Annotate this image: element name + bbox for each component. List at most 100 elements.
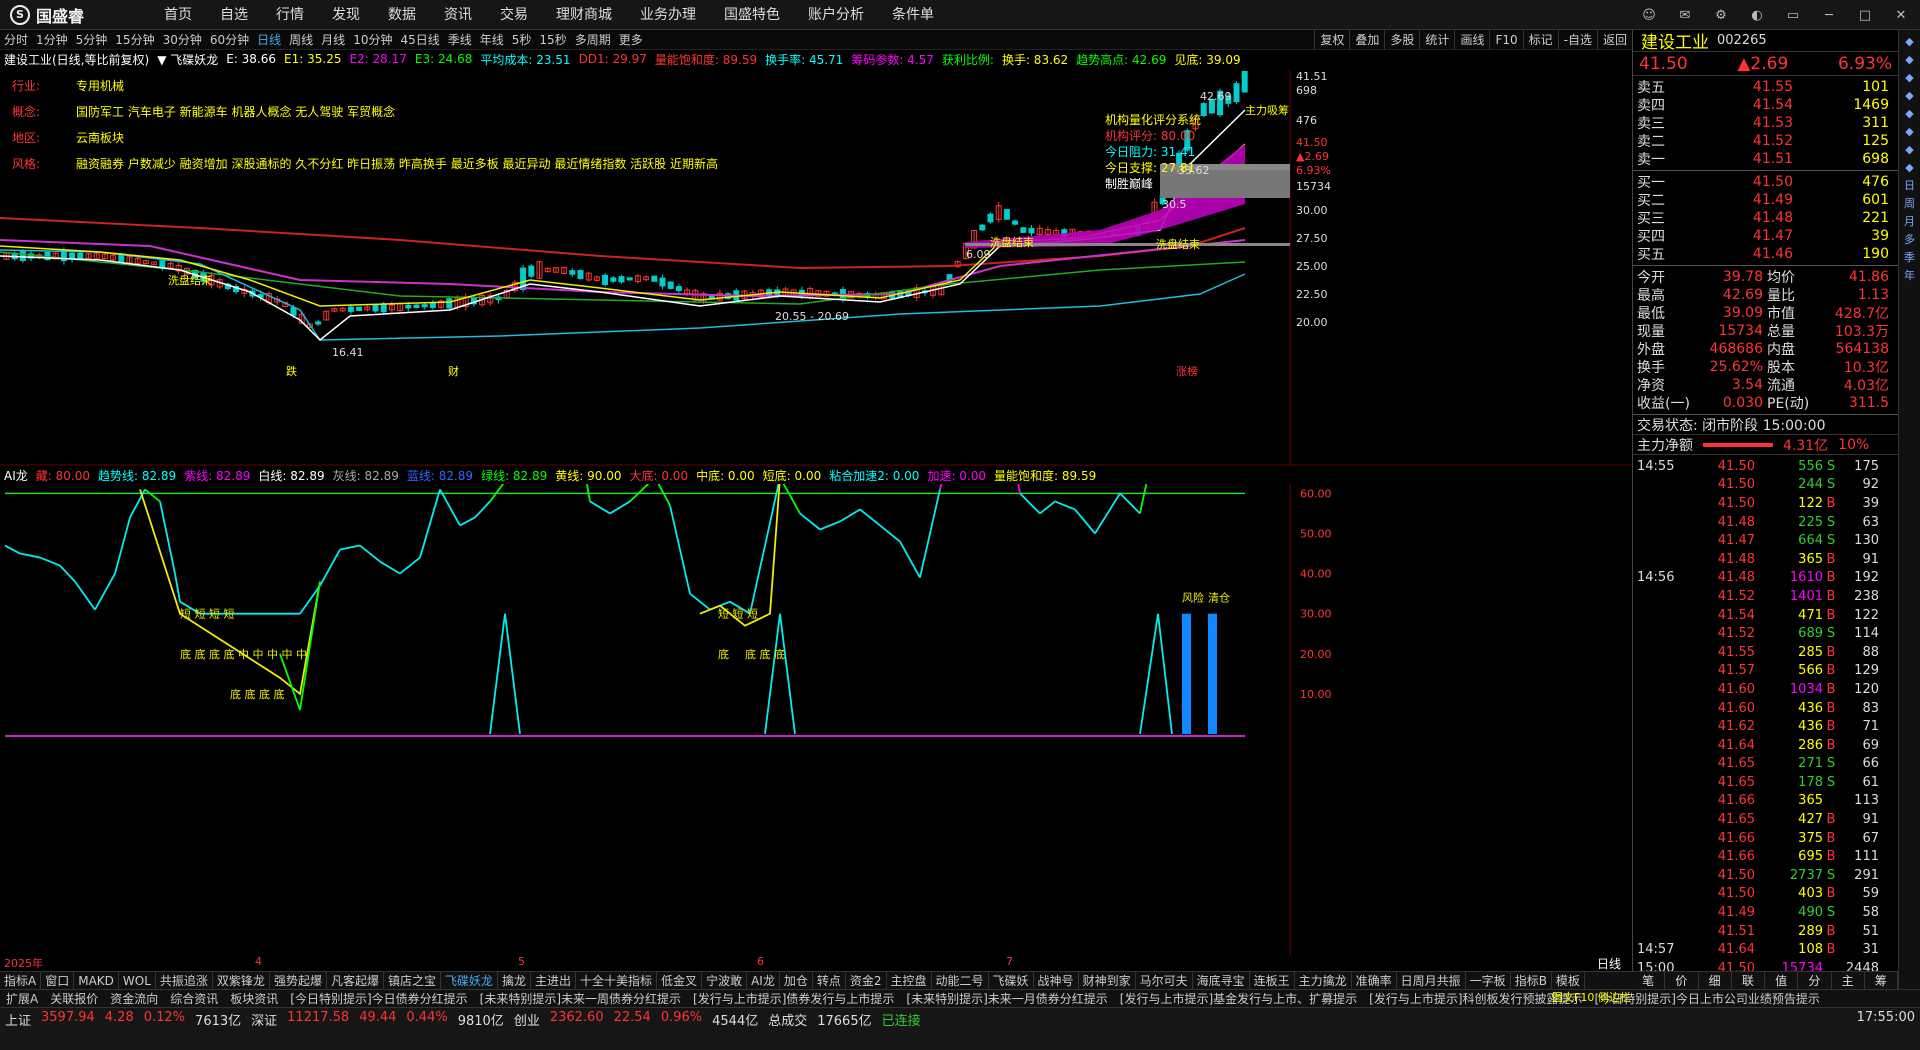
- menu-item[interactable]: 行情: [262, 0, 318, 30]
- menu-item[interactable]: 理财商城: [542, 0, 626, 30]
- chart-tool-button[interactable]: 画线: [1454, 30, 1489, 50]
- indicator-tab[interactable]: 十全十美指标: [576, 972, 658, 989]
- period-item[interactable]: 60分钟: [206, 31, 253, 48]
- settings-icon[interactable]: ⚙: [1710, 4, 1732, 26]
- indicator-tab[interactable]: 主进出: [531, 972, 577, 989]
- indicator-tab[interactable]: 加仓: [780, 972, 813, 989]
- minimize-icon[interactable]: ─: [1818, 4, 1840, 26]
- period-item[interactable]: 月线: [317, 31, 349, 48]
- period-item[interactable]: 45日线: [396, 31, 443, 48]
- tick-list[interactable]: 14:55 41.50 556 S 175 41.50 244 S 92 41.50 122 B 39 4…: [1633, 455, 1898, 980]
- chart-tool-button[interactable]: -自选: [1557, 30, 1597, 50]
- indicator-tab[interactable]: 准确率: [1352, 972, 1397, 989]
- chart-tool-button[interactable]: 多股: [1384, 30, 1419, 50]
- menu-item[interactable]: 条件单: [878, 0, 948, 30]
- side-period[interactable]: 周: [1904, 196, 1915, 212]
- side-period[interactable]: 日: [1904, 178, 1915, 194]
- star-icon[interactable]: ◆: [1905, 88, 1913, 104]
- chart-tool-button[interactable]: 叠加: [1349, 30, 1384, 50]
- indicator-tab[interactable]: 擒龙: [498, 972, 532, 989]
- indicator-tab[interactable]: 低金叉: [657, 972, 703, 989]
- bell-icon[interactable]: ◆: [1905, 106, 1913, 122]
- menu-item[interactable]: 交易: [486, 0, 542, 30]
- menu-item[interactable]: 自选: [206, 0, 262, 30]
- order-row[interactable]: 卖一 41.51 698: [1633, 150, 1898, 168]
- order-row[interactable]: 买五 41.46 190: [1633, 245, 1898, 263]
- indicator-tab[interactable]: 指标B: [1511, 972, 1552, 989]
- menu-item[interactable]: 账户分析: [794, 0, 878, 30]
- indicator-tab[interactable]: 战神号: [1034, 972, 1079, 989]
- quote-tab[interactable]: 主: [1832, 972, 1865, 989]
- indicator-tab[interactable]: 海底寻宝: [1193, 972, 1250, 989]
- indicator-tab[interactable]: 双紫锋龙: [213, 972, 270, 989]
- indicator-tab[interactable]: 模板: [1552, 972, 1585, 989]
- list-icon[interactable]: ◆: [1905, 124, 1913, 140]
- message-icon[interactable]: ✉: [1674, 4, 1696, 26]
- chart-tool-button[interactable]: 复权: [1314, 30, 1349, 50]
- period-item[interactable]: 10分钟: [349, 31, 396, 48]
- period-item[interactable]: 1分钟: [32, 31, 72, 48]
- period-item[interactable]: 分时: [0, 31, 32, 48]
- side-period[interactable]: 多: [1904, 232, 1915, 248]
- quote-tab[interactable]: 价: [1665, 972, 1699, 989]
- order-row[interactable]: 买一 41.50 476: [1633, 173, 1898, 191]
- chart-tool-button[interactable]: 统计: [1419, 30, 1454, 50]
- indicator-tab[interactable]: AI龙: [747, 972, 780, 989]
- period-item[interactable]: 5秒: [508, 31, 536, 48]
- order-row[interactable]: 卖四 41.54 1469: [1633, 96, 1898, 114]
- order-row[interactable]: 买四 41.47 39: [1633, 227, 1898, 245]
- f10-sidebar-link[interactable]: 图文F10 侧边栏: [1552, 989, 1632, 1007]
- indicator-tab[interactable]: 镇店之宝: [384, 972, 441, 989]
- indicator-tab[interactable]: 窗口: [41, 972, 75, 989]
- indicator-tab[interactable]: 飞碟妖: [989, 972, 1034, 989]
- menu-item[interactable]: 首页: [150, 0, 206, 30]
- indicator-tab[interactable]: 共振追涨: [156, 972, 213, 989]
- menu-item[interactable]: 业务办理: [626, 0, 710, 30]
- indicator-tab[interactable]: MAKD: [74, 972, 119, 989]
- restore-icon[interactable]: ▭: [1782, 4, 1804, 26]
- quote-tab[interactable]: 分: [1798, 972, 1832, 989]
- period-item[interactable]: 15分钟: [111, 31, 158, 48]
- order-row[interactable]: 买三 41.48 221: [1633, 209, 1898, 227]
- period-item[interactable]: 日线: [253, 31, 285, 48]
- indicator-tab[interactable]: 日周月共振: [1397, 972, 1466, 989]
- quote-tab[interactable]: 筹: [1865, 972, 1898, 989]
- indicator-tab[interactable]: 飞碟妖龙: [441, 972, 498, 989]
- period-item[interactable]: 多周期: [571, 31, 615, 48]
- news-item[interactable]: [今日特别提示]今日债券分红提示: [284, 990, 473, 1007]
- indicator-tab[interactable]: 强势起爆: [270, 972, 327, 989]
- ai-dragon-chart[interactable]: 90.0080.0070.0060.0050.0040.0030.0020.00…: [0, 484, 1632, 955]
- indicator-tab[interactable]: 连板王: [1250, 972, 1295, 989]
- sh-index-label[interactable]: 上证: [0, 1010, 36, 1029]
- grid-icon[interactable]: ◆: [1905, 142, 1913, 158]
- period-item[interactable]: 15秒: [535, 31, 570, 48]
- period-item[interactable]: 季线: [444, 31, 476, 48]
- indicator-tab[interactable]: 马尔可夫: [1136, 972, 1193, 989]
- menu-item[interactable]: 发现: [318, 0, 374, 30]
- menu-item[interactable]: 数据: [374, 0, 430, 30]
- daily-label[interactable]: 日线: [1586, 955, 1632, 971]
- period-item[interactable]: 30分钟: [159, 31, 206, 48]
- indicator-tab[interactable]: 动能二号: [932, 972, 989, 989]
- indicator-tab[interactable]: 主控盘: [887, 972, 932, 989]
- quote-tab[interactable]: 笔: [1632, 972, 1666, 989]
- news-item[interactable]: [未来特别提示]未来一周债券分红提示: [474, 990, 687, 1007]
- menu-item[interactable]: 资讯: [430, 0, 486, 30]
- news-item[interactable]: 综合资讯: [164, 990, 224, 1007]
- news-item[interactable]: 板块资讯: [224, 990, 284, 1007]
- quote-tab[interactable]: 细: [1699, 972, 1732, 989]
- order-row[interactable]: 买二 41.49 601: [1633, 191, 1898, 209]
- chart-tool-button[interactable]: 返回: [1596, 30, 1632, 50]
- indicator-tab[interactable]: 财神到家: [1079, 972, 1136, 989]
- indicator-tab[interactable]: 一字板: [1466, 972, 1511, 989]
- arrow-up-icon[interactable]: ◆: [1905, 34, 1913, 50]
- period-item[interactable]: 更多: [615, 31, 647, 48]
- indicator-tab[interactable]: 指标A: [0, 972, 42, 989]
- skin-icon[interactable]: ◐: [1746, 4, 1768, 26]
- news-item[interactable]: 扩展A: [0, 990, 44, 1007]
- news-item[interactable]: [未来特别提示]未来一月债券分红提示: [900, 990, 1113, 1007]
- chart-icon[interactable]: ◆: [1905, 70, 1913, 86]
- indicator-tab[interactable]: 主力擒龙: [1295, 972, 1352, 989]
- indicator-tab[interactable]: 转点: [813, 972, 846, 989]
- sz-index-label[interactable]: 深证: [246, 1010, 282, 1029]
